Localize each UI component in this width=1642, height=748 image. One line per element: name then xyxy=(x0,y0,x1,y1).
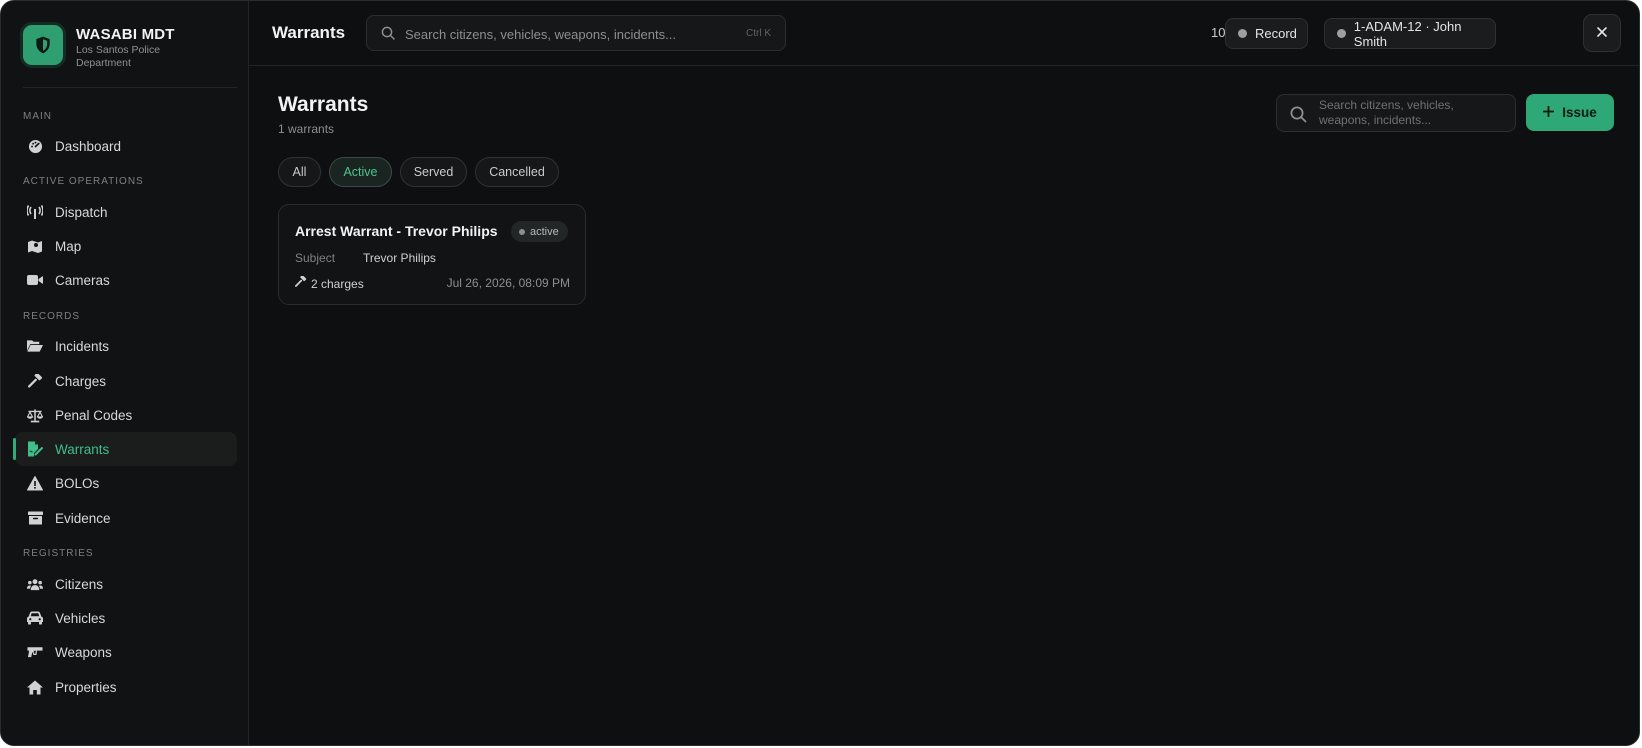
sidebar-item-dashboard[interactable]: Dashboard xyxy=(15,129,237,163)
status-dot-icon xyxy=(1337,29,1346,38)
section-main: MAIN xyxy=(23,111,52,122)
search-icon xyxy=(1290,106,1307,128)
warrants-search-input[interactable]: Search citizens, vehicles, weapons, inci… xyxy=(1276,94,1516,132)
sidebar-item-label: Incidents xyxy=(55,339,110,354)
search-icon xyxy=(381,26,395,45)
warning-icon xyxy=(27,475,43,491)
scale-icon xyxy=(27,407,43,423)
sidebar-item-label: Warrants xyxy=(55,442,110,457)
users-icon xyxy=(27,576,43,592)
charges-count: 2 charges xyxy=(295,275,364,291)
sidebar-item-warrants[interactable]: Warrants xyxy=(13,432,237,466)
sidebar-item-label: Weapons xyxy=(55,645,112,660)
issue-warrant-button[interactable]: Issue xyxy=(1526,94,1614,131)
status-dot-icon xyxy=(519,228,525,235)
status-badge: active xyxy=(511,221,568,242)
search-placeholder: Search citizens, vehicles, weapons, inci… xyxy=(405,27,676,42)
sidebar-item-cameras[interactable]: Cameras xyxy=(15,263,237,297)
sidebar-item-weapons[interactable]: Weapons xyxy=(15,635,237,669)
sidebar-item-label: Properties xyxy=(55,680,117,695)
mdt-window: WASABI MDT Los Santos Police Department … xyxy=(0,0,1640,746)
sidebar-item-label: Dashboard xyxy=(55,139,122,154)
warrants-heading: Warrants xyxy=(278,93,369,116)
sidebar-item-incidents[interactable]: Incidents xyxy=(15,329,237,363)
sidebar-item-evidence[interactable]: Evidence xyxy=(15,501,237,535)
video-camera-icon xyxy=(27,272,43,288)
filter-all[interactable]: All xyxy=(278,157,321,187)
divider xyxy=(23,87,237,88)
sidebar-item-label: Citizens xyxy=(55,577,104,592)
sidebar-item-label: Penal Codes xyxy=(55,408,133,423)
sidebar-item-label: Evidence xyxy=(55,511,111,526)
archive-box-icon xyxy=(27,510,43,526)
sidebar: WASABI MDT Los Santos Police Department … xyxy=(1,1,249,745)
search-shortcut: Ctrl K xyxy=(746,28,771,39)
issue-label: Issue xyxy=(1562,105,1597,120)
sidebar-item-label: BOLOs xyxy=(55,476,100,491)
map-icon xyxy=(27,238,43,254)
car-icon xyxy=(27,610,43,626)
section-registries: REGISTRIES xyxy=(23,548,94,559)
sidebar-item-penal-codes[interactable]: Penal Codes xyxy=(15,398,237,432)
global-search-input[interactable]: Search citizens, vehicles, weapons, inci… xyxy=(366,15,786,51)
record-button[interactable]: Record xyxy=(1225,18,1308,49)
sidebar-item-dispatch[interactable]: Dispatch xyxy=(15,195,237,229)
gun-icon xyxy=(27,644,43,660)
gavel-icon xyxy=(295,275,307,291)
home-icon xyxy=(27,679,43,695)
filter-served[interactable]: Served xyxy=(400,157,467,187)
search-placeholder: Search citizens, vehicles, weapons, inci… xyxy=(1319,98,1454,127)
department-name: Los Santos Police Department xyxy=(76,44,161,69)
sidebar-item-bolos[interactable]: BOLOs xyxy=(15,466,237,500)
plus-icon xyxy=(1542,105,1555,120)
sidebar-item-label: Charges xyxy=(55,374,107,389)
filter-cancelled[interactable]: Cancelled xyxy=(475,157,559,187)
file-signature-icon xyxy=(27,441,43,457)
record-dot-icon xyxy=(1238,29,1247,38)
sidebar-item-charges[interactable]: Charges xyxy=(15,364,237,398)
status-label: active xyxy=(530,225,559,238)
sidebar-item-label: Vehicles xyxy=(55,611,106,626)
top-bar: Warrants Search citizens, vehicles, weap… xyxy=(249,1,1639,66)
close-icon xyxy=(1597,24,1607,42)
warrant-card[interactable]: Arrest Warrant - Trevor Philips active S… xyxy=(278,204,586,305)
app-name: WASABI MDT xyxy=(76,26,175,43)
unit-label: 1-ADAM-12 · John Smith xyxy=(1353,18,1462,49)
filter-active[interactable]: Active xyxy=(329,157,392,187)
charges-label: 2 charges xyxy=(311,276,364,291)
dashboard-icon xyxy=(27,138,43,154)
sidebar-item-label: Dispatch xyxy=(55,205,108,220)
screen: WASABI MDT Los Santos Police Department … xyxy=(0,0,1642,748)
sidebar-item-citizens[interactable]: Citizens xyxy=(15,567,237,601)
page-title: Warrants xyxy=(272,23,346,42)
gavel-icon xyxy=(27,373,43,389)
warrant-date: Jul 26, 2026, 08:09 PM xyxy=(446,276,570,290)
sidebar-item-properties[interactable]: Properties xyxy=(15,670,237,704)
section-active-operations: ACTIVE OPERATIONS xyxy=(23,176,144,187)
section-records: RECORDS xyxy=(23,311,81,322)
record-label: Record xyxy=(1255,26,1297,41)
shield-icon xyxy=(23,25,63,65)
subject-value: Trevor Philips xyxy=(363,251,436,265)
sidebar-item-label: Map xyxy=(55,239,82,254)
broadcast-icon xyxy=(27,204,43,220)
sidebar-item-map[interactable]: Map xyxy=(15,229,237,263)
unit-status-button[interactable]: 1-ADAM-12 · John Smith xyxy=(1324,18,1496,49)
main-content: Warrants 1 warrants Search citizens, veh… xyxy=(249,66,1639,745)
sidebar-item-vehicles[interactable]: Vehicles xyxy=(15,601,237,635)
sidebar-item-label: Cameras xyxy=(55,273,110,288)
brand: WASABI MDT Los Santos Police Department xyxy=(23,25,237,89)
folder-open-icon xyxy=(27,338,43,354)
subject-label: Subject xyxy=(295,251,336,265)
close-button[interactable] xyxy=(1583,14,1621,52)
warrant-title: Arrest Warrant - Trevor Philips xyxy=(295,223,498,239)
warrants-count: 1 warrants xyxy=(278,122,335,136)
